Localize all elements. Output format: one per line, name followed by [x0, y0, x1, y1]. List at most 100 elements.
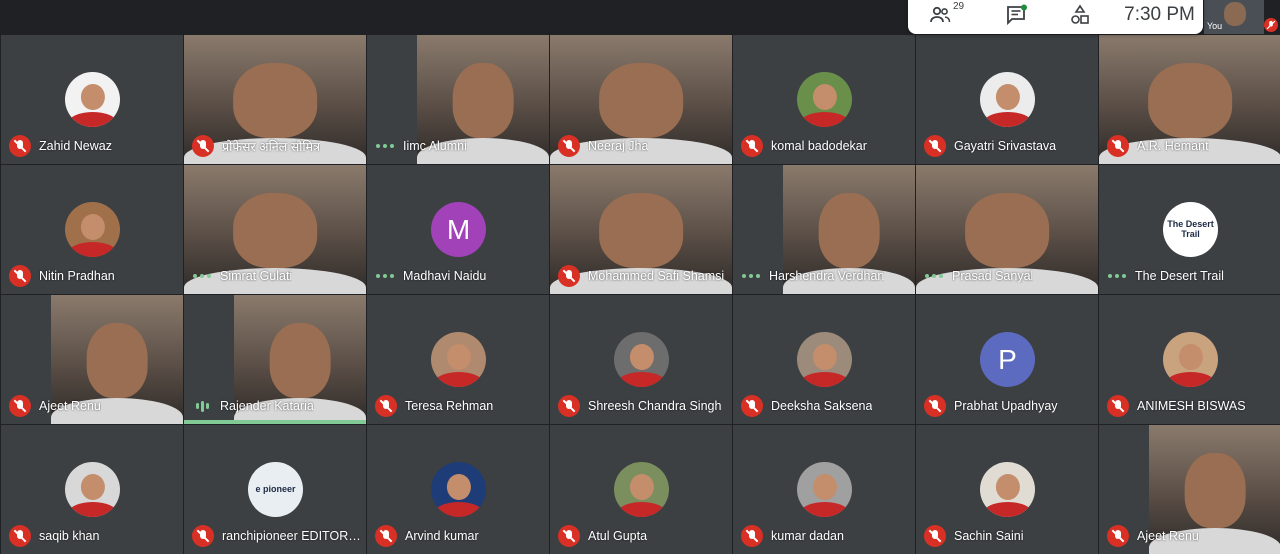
- participant-name: Atul Gupta: [588, 529, 648, 543]
- participant-name-row: Harshendra Verdhan: [741, 266, 911, 286]
- participant-tile[interactable]: Gayatri Srivastava: [916, 35, 1098, 164]
- participant-name-row: ANIMESH BISWAS: [1107, 395, 1277, 417]
- mic-off-icon: [924, 135, 946, 157]
- mic-off-icon: [924, 395, 946, 417]
- meeting-clock: 7:30 PM: [1124, 4, 1195, 25]
- participant-name-row: Rajender Kataria: [192, 396, 362, 416]
- participant-tile[interactable]: kumar dadan: [733, 425, 915, 554]
- participant-tile[interactable]: e pioneer ranchipioneer EDITORI…: [184, 425, 366, 554]
- participant-tile[interactable]: Nitin Pradhan: [1, 165, 183, 294]
- participant-tile[interactable]: Shreesh Chandra Singh: [550, 295, 732, 424]
- participant-name-row: Neeraj Jha: [558, 135, 728, 157]
- participant-name-row: Zahid Newaz: [9, 135, 179, 157]
- participant-tile[interactable]: A.R. Hemant: [1099, 35, 1280, 164]
- participant-name: A.R. Hemant: [1137, 139, 1209, 153]
- participant-tile[interactable]: Simrat Gulati: [184, 165, 366, 294]
- participant-name-row: Sachin Saini: [924, 525, 1094, 547]
- participant-name-row: Iimc Alumni: [375, 136, 545, 156]
- participant-name: प्रोफेसर अनिल सौमित्र: [222, 139, 320, 154]
- activities-button[interactable]: [1068, 3, 1092, 27]
- participant-tile[interactable]: The Desert Trail The Desert Trail: [1099, 165, 1280, 294]
- audio-level-dots-icon: [741, 274, 761, 278]
- participant-tile[interactable]: Teresa Rehman: [367, 295, 549, 424]
- meeting-status-panel: 29 7:30 PM: [908, 0, 1203, 34]
- participant-tile[interactable]: Iimc Alumni: [367, 35, 549, 164]
- mic-off-icon: [9, 395, 31, 417]
- participant-name: Simrat Gulati: [220, 269, 293, 283]
- self-mic-muted-icon[interactable]: [1264, 18, 1278, 32]
- participant-tile[interactable]: Deeksha Saksena: [733, 295, 915, 424]
- participant-name: Harshendra Verdhan: [769, 269, 885, 283]
- mic-off-icon: [192, 135, 214, 157]
- participant-tile[interactable]: Ajeet Renu: [1099, 425, 1280, 554]
- self-label: You: [1207, 21, 1223, 31]
- participant-name: Sachin Saini: [954, 529, 1024, 543]
- participant-tile[interactable]: P Prabhat Upadhyay: [916, 295, 1098, 424]
- mic-off-icon: [192, 525, 214, 547]
- letter-avatar: P: [980, 332, 1035, 387]
- audio-level-dots-icon: [924, 274, 944, 278]
- participant-tile[interactable]: Ajeet Renu: [1, 295, 183, 424]
- participant-tile[interactable]: Arvind kumar: [367, 425, 549, 554]
- participant-name-row: ranchipioneer EDITORI…: [192, 525, 362, 547]
- people-button[interactable]: 29: [928, 1, 964, 27]
- participant-name: Arvind kumar: [405, 529, 479, 543]
- participant-tile[interactable]: ANIMESH BISWAS: [1099, 295, 1280, 424]
- participant-name-row: saqib khan: [9, 525, 179, 547]
- participant-tile[interactable]: Neeraj Jha: [550, 35, 732, 164]
- mic-off-icon: [375, 395, 397, 417]
- participant-name-row: Deeksha Saksena: [741, 395, 911, 417]
- participant-name: Zahid Newaz: [39, 139, 112, 153]
- participant-name-row: प्रोफेसर अनिल सौमित्र: [192, 135, 362, 157]
- participant-name: kumar dadan: [771, 529, 844, 543]
- participant-name: Prabhat Upadhyay: [954, 399, 1058, 413]
- mic-off-icon: [558, 265, 580, 287]
- participant-name-row: Mohammed Safi Shamsi: [558, 265, 728, 287]
- participant-tile[interactable]: Atul Gupta: [550, 425, 732, 554]
- participant-name-row: Simrat Gulati: [192, 266, 362, 286]
- self-view-tile[interactable]: You: [1204, 0, 1264, 34]
- profile-avatar: [614, 462, 669, 517]
- profile-avatar: [797, 332, 852, 387]
- participant-name: komal badodekar: [771, 139, 867, 153]
- participant-name: Shreesh Chandra Singh: [588, 399, 722, 413]
- participant-tile[interactable]: Mohammed Safi Shamsi: [550, 165, 732, 294]
- participant-tile[interactable]: Zahid Newaz: [1, 35, 183, 164]
- shapes-icon: [1071, 4, 1089, 24]
- participant-name: Deeksha Saksena: [771, 399, 873, 413]
- participant-name: Ajeet Renu: [1137, 529, 1199, 543]
- profile-avatar: [65, 202, 120, 257]
- participant-name-row: The Desert Trail: [1107, 266, 1277, 286]
- profile-avatar: [797, 462, 852, 517]
- profile-avatar: [65, 72, 120, 127]
- participant-tile[interactable]: Prasad Sanyal: [916, 165, 1098, 294]
- participant-name: saqib khan: [39, 529, 100, 543]
- participant-tile[interactable]: komal badodekar: [733, 35, 915, 164]
- mic-off-icon: [558, 525, 580, 547]
- letter-avatar: M: [431, 202, 486, 257]
- participant-name-row: komal badodekar: [741, 135, 911, 157]
- chat-button[interactable]: [1004, 3, 1028, 27]
- participant-name-row: Arvind kumar: [375, 525, 545, 547]
- participant-tile[interactable]: saqib khan: [1, 425, 183, 554]
- participant-name: Mohammed Safi Shamsi: [588, 269, 725, 283]
- participant-tile[interactable]: प्रोफेसर अनिल सौमित्र: [184, 35, 366, 164]
- participant-name-row: Nitin Pradhan: [9, 265, 179, 287]
- participant-tile[interactable]: Sachin Saini: [916, 425, 1098, 554]
- active-speaker-bar: [184, 420, 366, 424]
- participant-name-row: Ajeet Renu: [9, 395, 179, 417]
- profile-avatar: The Desert Trail: [1163, 202, 1218, 257]
- audio-level-dots-icon: [192, 274, 212, 278]
- profile-avatar: e pioneer: [248, 462, 303, 517]
- profile-avatar: [431, 462, 486, 517]
- participant-name-row: Prasad Sanyal: [924, 266, 1094, 286]
- participant-tile[interactable]: Rajender Kataria: [184, 295, 366, 424]
- participant-tile[interactable]: M Madhavi Naidu: [367, 165, 549, 294]
- audio-level-dots-icon: [375, 274, 395, 278]
- participant-name-row: A.R. Hemant: [1107, 135, 1277, 157]
- participant-name: ranchipioneer EDITORI…: [222, 529, 362, 543]
- participant-name-row: Gayatri Srivastava: [924, 135, 1094, 157]
- participant-name-row: Shreesh Chandra Singh: [558, 395, 728, 417]
- participant-tile[interactable]: Harshendra Verdhan: [733, 165, 915, 294]
- mic-off-icon: [741, 395, 763, 417]
